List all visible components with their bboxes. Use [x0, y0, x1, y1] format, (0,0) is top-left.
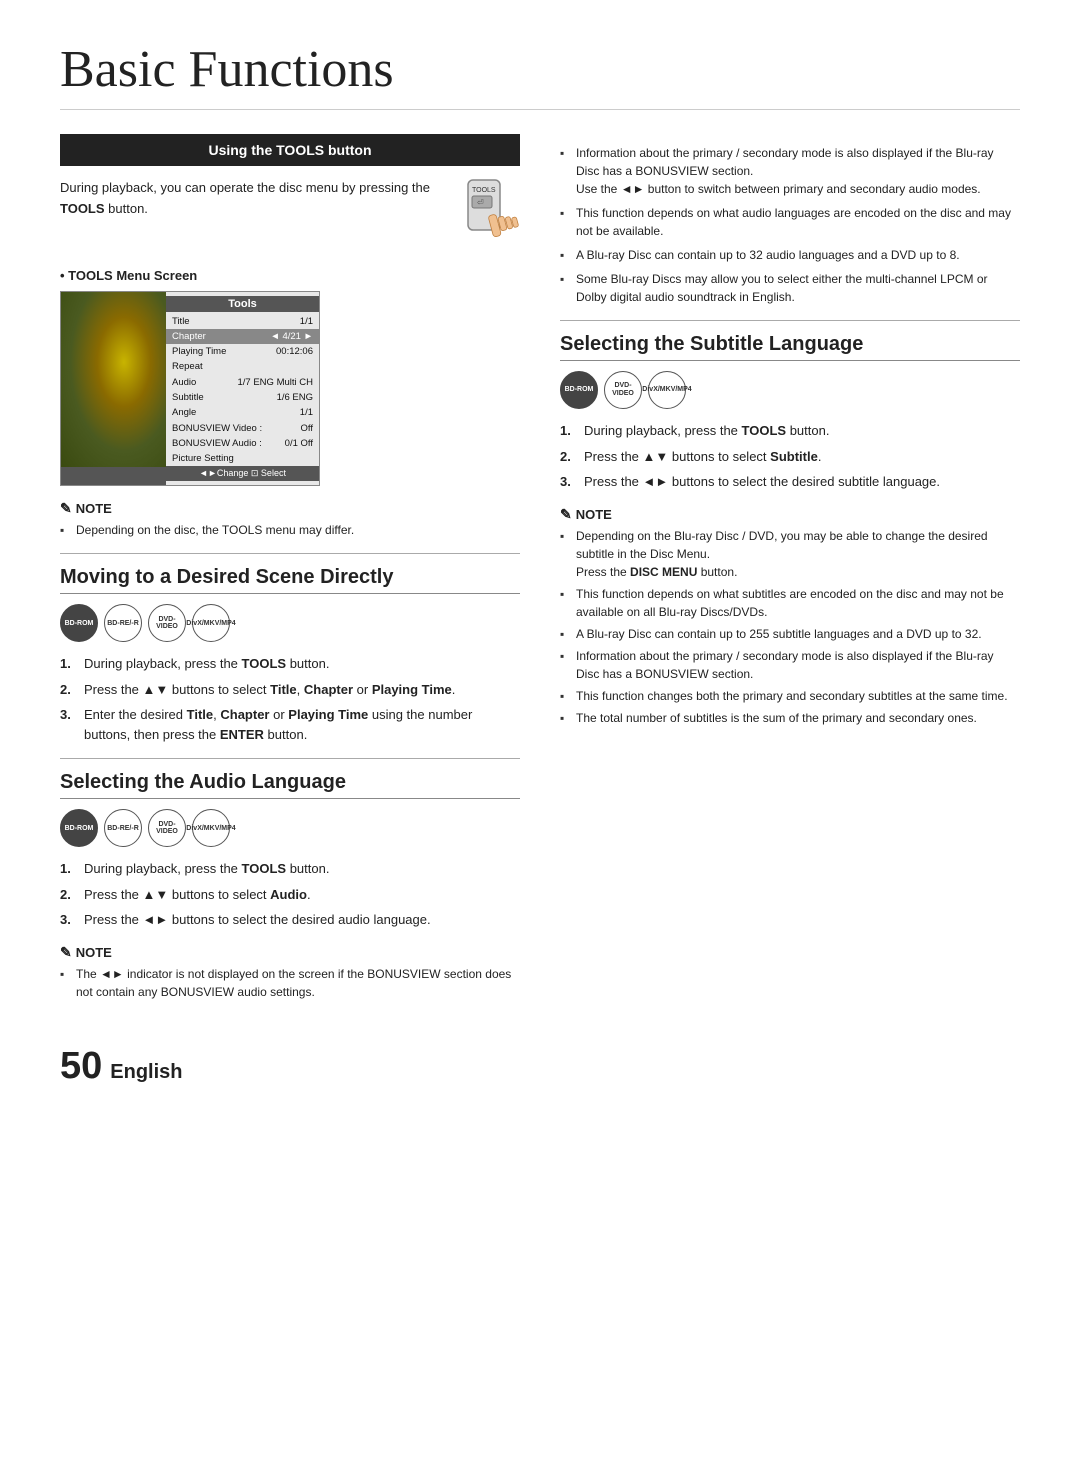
moving-step-3: 3. Enter the desired Title, Chapter or P… [60, 705, 520, 744]
tools-screen: Tools Title1/1 Chapter◄ 4/21 ► Playing T… [60, 291, 320, 487]
note-icon-1: ✎ [60, 500, 72, 517]
tools-menu-footer: ◄►Change ⊡ Select [166, 466, 319, 481]
page-title: Basic Functions [60, 40, 1020, 110]
note-item-1-1: Depending on the disc, the TOOLS menu ma… [60, 521, 520, 539]
tools-remote-icon: TOOLS ⏎ [460, 178, 520, 254]
tools-menu-title: Tools [166, 296, 319, 312]
audio-section-heading: Selecting the Audio Language [60, 771, 520, 799]
page-number: 50 [60, 1045, 102, 1088]
audio-steps: 1. During playback, press the TOOLS butt… [60, 859, 520, 930]
audio-right-note-3: A Blu-ray Disc can contain up to 32 audi… [560, 246, 1020, 264]
note-label-2: ✎ NOTE [60, 944, 520, 961]
audio-right-note-1: Information about the primary / secondar… [560, 144, 1020, 198]
subtitle-note-5: This function changes both the primary a… [560, 687, 1020, 705]
tools-menu-row-subtitle: Subtitle1/6 ENG [166, 390, 319, 405]
tools-screen-image [61, 292, 166, 467]
divider-2 [60, 758, 520, 759]
badge-bd-rom-1: BD-ROM [60, 604, 98, 642]
subtitle-disc-badges: BD-ROM DVD-VIDEO DivX/MKV/MP4 [560, 371, 1020, 409]
note-label-1: ✎ NOTE [60, 500, 520, 517]
note-icon-3: ✎ [560, 506, 572, 523]
tools-menu-row-audio: Audio1/7 ENG Multi CH [166, 375, 319, 390]
badge-divx-2: DivX/MKV/MP4 [192, 809, 230, 847]
note-block-2: ✎ NOTE The ◄► indicator is not displayed… [60, 944, 520, 1001]
moving-steps: 1. During playback, press the TOOLS butt… [60, 654, 520, 744]
audio-step-3: 3. Press the ◄► buttons to select the de… [60, 910, 520, 930]
subtitle-note-3: A Blu-ray Disc can contain up to 255 sub… [560, 625, 1020, 643]
note-item-2-1: The ◄► indicator is not displayed on the… [60, 965, 520, 1001]
subtitle-note-1: Depending on the Blu-ray Disc / DVD, you… [560, 527, 1020, 581]
audio-step-2: 2. Press the ▲▼ buttons to select Audio. [60, 885, 520, 905]
note-block-3: ✎ NOTE Depending on the Blu-ray Disc / D… [560, 506, 1020, 727]
tools-menu-row-bvaudio: BONUSVIEW Audio :0/1 Off [166, 436, 319, 451]
divider-1 [60, 553, 520, 554]
subtitle-steps: 1. During playback, press the TOOLS butt… [560, 421, 1020, 492]
page-footer: 50 English [60, 1045, 1020, 1088]
tools-menu-row-bvvideo: BONUSVIEW Video :Off [166, 421, 319, 436]
note-icon-2: ✎ [60, 944, 72, 961]
subtitle-note-2: This function depends on what subtitles … [560, 585, 1020, 621]
tools-heading: Using the TOOLS button [60, 134, 520, 166]
tools-menu-row: Title1/1 [166, 314, 319, 329]
audio-step-1: 1. During playback, press the TOOLS butt… [60, 859, 520, 879]
divider-3 [560, 320, 1020, 321]
moving-disc-badges: BD-ROM BD-RE/-R DVD-VIDEO DivX/MKV/MP4 [60, 604, 520, 642]
page-lang: English [110, 1061, 182, 1084]
svg-text:TOOLS: TOOLS [472, 187, 496, 194]
tools-menu-row-angle: Angle1/1 [166, 405, 319, 420]
badge-bd-re-r-2: BD-RE/-R [104, 809, 142, 847]
subtitle-step-1: 1. During playback, press the TOOLS butt… [560, 421, 1020, 441]
moving-section-heading: Moving to a Desired Scene Directly [60, 566, 520, 594]
audio-disc-badges: BD-ROM BD-RE/-R DVD-VIDEO DivX/MKV/MP4 [60, 809, 520, 847]
badge-dvd-video-1: DVD-VIDEO [148, 604, 186, 642]
subtitle-note-6: The total number of subtitles is the sum… [560, 709, 1020, 727]
left-column: Using the TOOLS button During playback, … [60, 134, 520, 1015]
tools-menu-row-repeat: Repeat [166, 359, 319, 374]
badge-divx-3: DivX/MKV/MP4 [648, 371, 686, 409]
audio-right-note-4: Some Blu-ray Discs may allow you to sele… [560, 270, 1020, 306]
subtitle-section-heading: Selecting the Subtitle Language [560, 333, 1020, 361]
subtitle-step-3: 3. Press the ◄► buttons to select the de… [560, 472, 1020, 492]
moving-step-1: 1. During playback, press the TOOLS butt… [60, 654, 520, 674]
badge-dvd-video-2: DVD-VIDEO [148, 809, 186, 847]
badge-bd-rom-2: BD-ROM [60, 809, 98, 847]
moving-step-2: 2. Press the ▲▼ buttons to select Title,… [60, 680, 520, 700]
tools-menu-panel: Tools Title1/1 Chapter◄ 4/21 ► Playing T… [166, 292, 319, 486]
tools-intro: During playback, you can operate the dis… [60, 178, 520, 254]
tools-intro-text: During playback, you can operate the dis… [60, 178, 448, 220]
badge-dvd-video-3: DVD-VIDEO [604, 371, 642, 409]
subtitle-note-4: Information about the primary / secondar… [560, 647, 1020, 683]
svg-text:⏎: ⏎ [477, 198, 484, 207]
badge-bd-re-r-1: BD-RE/-R [104, 604, 142, 642]
tools-menu-row-playtime: Playing Time00:12:06 [166, 344, 319, 359]
subtitle-step-2: 2. Press the ▲▼ buttons to select Subtit… [560, 447, 1020, 467]
badge-divx-1: DivX/MKV/MP4 [192, 604, 230, 642]
badge-bd-rom-3: BD-ROM [560, 371, 598, 409]
tools-menu-label: TOOLS Menu Screen [60, 268, 520, 283]
right-column: Information about the primary / secondar… [560, 134, 1020, 1015]
tools-menu-row-picture: Picture Setting [166, 451, 319, 466]
tools-menu-row-chapter: Chapter◄ 4/21 ► [166, 329, 319, 344]
audio-right-note-2: This function depends on what audio lang… [560, 204, 1020, 240]
audio-right-notes: Information about the primary / secondar… [560, 144, 1020, 306]
note-block-1: ✎ NOTE Depending on the disc, the TOOLS … [60, 500, 520, 539]
note-label-3: ✎ NOTE [560, 506, 1020, 523]
